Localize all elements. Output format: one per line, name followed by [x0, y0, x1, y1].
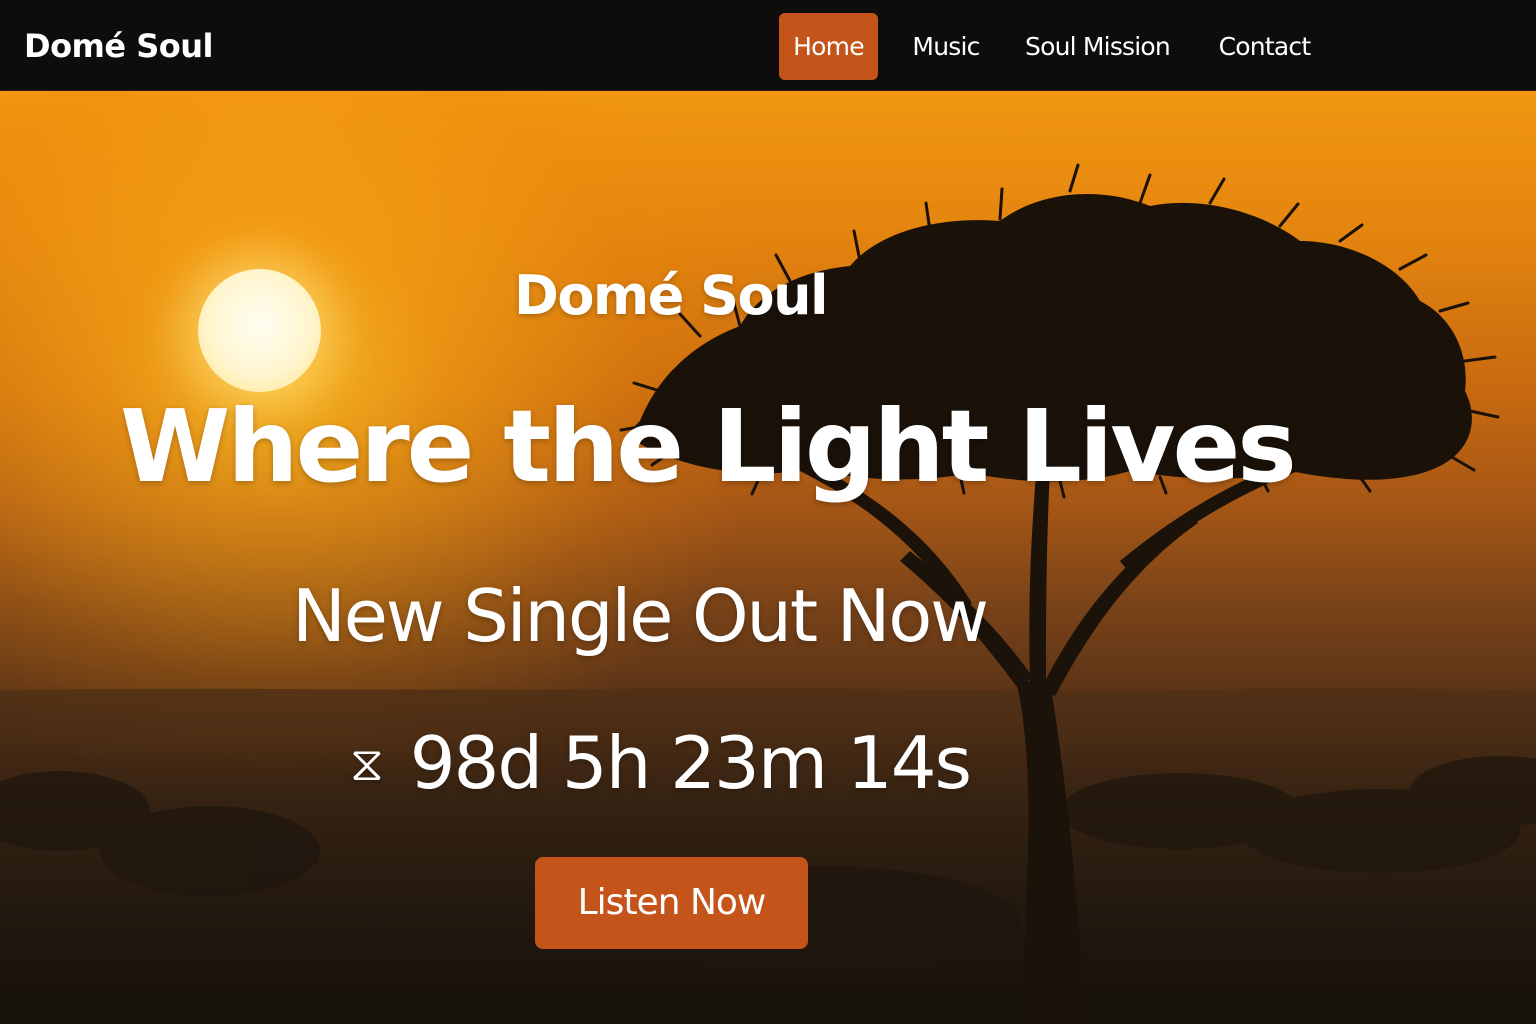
hourglass-icon: ⧖: [350, 736, 384, 792]
nav-item-contact[interactable]: Contact: [1212, 13, 1317, 80]
artist-name: Domé Soul: [514, 264, 829, 327]
brand-logo[interactable]: Domé Soul: [24, 24, 214, 68]
nav-item-home[interactable]: Home: [779, 13, 878, 80]
countdown-text: 98d 5h 23m 14s: [409, 721, 972, 805]
hero-headline: Where the Light Lives: [120, 388, 1297, 505]
release-countdown: ⧖ 98d 5h 23m 14s: [350, 718, 972, 809]
nav-item-soul-mission[interactable]: Soul Mission: [1020, 13, 1175, 80]
listen-now-button[interactable]: Listen Now: [535, 857, 808, 949]
nav-item-music[interactable]: Music: [902, 13, 990, 80]
hero-section: Domé Soul Where the Light Lives New Sing…: [0, 91, 1536, 1024]
hero-subheadline: New Single Out Now: [292, 574, 989, 658]
top-navbar: Domé Soul Home Music Soul Mission Contac…: [0, 0, 1536, 91]
